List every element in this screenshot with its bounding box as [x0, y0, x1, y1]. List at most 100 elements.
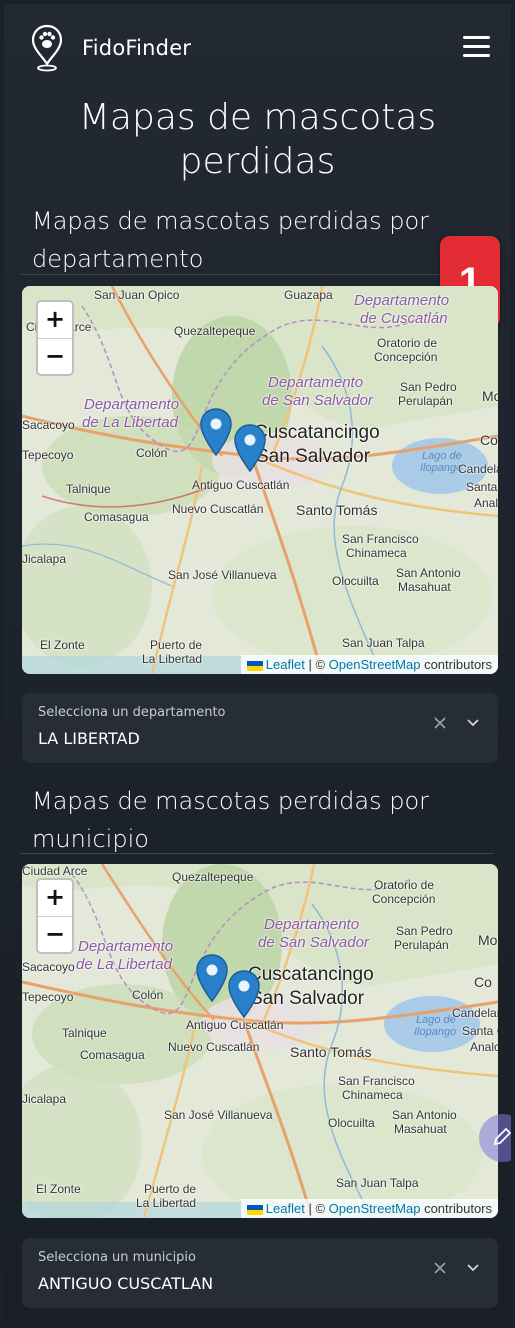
map-label: San Juan Talpa	[342, 636, 425, 650]
chevron-down-icon[interactable]	[466, 717, 480, 729]
map-label: Ilopango	[420, 462, 463, 474]
map-label: Mo	[482, 388, 498, 404]
map-label: Masahuat	[394, 1122, 447, 1136]
map-label: Olocuilta	[332, 574, 379, 588]
map-label: El Zonte	[36, 1182, 81, 1196]
attribution-separator: | ©	[308, 657, 326, 672]
map-label: de La Libertad	[82, 414, 178, 431]
municipality-map[interactable]: Ciudad Arce Quezaltepeque Oratorio de Co…	[22, 864, 498, 1218]
map-label: de San Salvador	[262, 392, 373, 409]
department-section-title: Mapas de mascotas perdidas por departame…	[32, 207, 430, 273]
map-label: Masahuat	[398, 580, 451, 594]
leaflet-link[interactable]: Leaflet	[266, 657, 305, 672]
map-label: Concepción	[374, 350, 438, 364]
map-label: La Libertad	[142, 652, 203, 666]
department-map[interactable]: San Juan Opico Guazapa Departamento de C…	[22, 286, 498, 674]
map-label: Ilopango	[414, 1026, 457, 1038]
chevron-down-icon[interactable]	[466, 1262, 480, 1274]
map-label: Nuevo Cuscatlán	[168, 1040, 260, 1054]
department-select[interactable]: Selecciona un departamento LA LIBERTAD	[22, 693, 498, 763]
map-label: Ciudad Arce	[22, 864, 88, 878]
map-label: Comasagua	[84, 510, 149, 524]
zoom-control: + −	[36, 300, 74, 376]
hamburger-menu-button[interactable]	[463, 36, 493, 60]
map-label: Talnique	[66, 482, 111, 496]
map-label: Mo	[478, 932, 498, 948]
map-label: Chinameca	[346, 546, 407, 560]
map-label: Colón	[132, 988, 164, 1002]
map-label: Perulapán	[394, 938, 449, 952]
map-attribution: Leaflet | © OpenStreetMap contributors	[240, 1199, 498, 1218]
map-label: de La Libertad	[76, 956, 172, 973]
map-label: Oratorio de	[374, 878, 435, 892]
map-label: San Salvador	[250, 988, 365, 1009]
map-attribution: Leaflet | © OpenStreetMap contributors	[240, 655, 498, 674]
municipality-select[interactable]: Selecciona un municipio ANTIGUO CUSCATLA…	[22, 1238, 498, 1308]
map-label: Puerto de	[144, 1182, 197, 1196]
zoom-in-button[interactable]: +	[38, 880, 72, 916]
municipality-select-label: Selecciona un municipio	[38, 1250, 196, 1265]
divider	[20, 853, 494, 854]
map-label: Departamento	[354, 292, 450, 309]
ukraine-flag-icon	[246, 660, 263, 671]
map-label: San Antonio	[396, 566, 461, 580]
leaflet-link[interactable]: Leaflet	[266, 1201, 305, 1216]
map-label: San José Villanueva	[168, 568, 277, 582]
map-label: El Zonte	[40, 638, 85, 652]
paw-pin-logo-icon[interactable]	[32, 24, 62, 72]
map-label: Departamento	[78, 938, 174, 955]
map-label: Tepecoyo	[22, 990, 74, 1004]
map-label: Candelaria	[452, 1006, 498, 1020]
map-label: Guazapa	[284, 288, 333, 302]
map-label: Departamento	[264, 916, 360, 933]
zoom-out-button[interactable]: −	[38, 338, 72, 374]
brand-name[interactable]: FidoFinder	[82, 36, 191, 60]
map-label: San Francisco	[342, 532, 419, 546]
zoom-control: + −	[36, 878, 74, 954]
map-label: de Cuscatlán	[360, 310, 448, 327]
map-label: San Salvador	[256, 446, 371, 467]
map-label: San Francisco	[338, 1074, 415, 1088]
map-label: Co	[480, 432, 498, 448]
openstreetmap-link[interactable]: OpenStreetMap	[329, 657, 421, 672]
map-label: Departamento	[268, 374, 364, 391]
attribution-suffix: contributors	[424, 657, 492, 672]
navbar: FidoFinder	[4, 4, 511, 94]
pet-location-marker-icon[interactable]	[234, 424, 266, 472]
map-label: Perulapán	[398, 394, 453, 408]
app-frame: FidoFinder Mapas de mascotas perdidas Ma…	[4, 4, 511, 1324]
attribution-suffix: contributors	[424, 1201, 492, 1216]
map-label: Antiguo Cuscatlán	[192, 478, 290, 492]
pencil-icon	[493, 1127, 511, 1146]
pet-location-marker-icon[interactable]	[200, 408, 232, 456]
map-label: Cuscatancingo	[248, 964, 374, 985]
clear-icon[interactable]	[432, 1260, 448, 1276]
map-label: Colón	[136, 446, 168, 460]
map-label: Comasagua	[80, 1048, 145, 1062]
zoom-in-button[interactable]: +	[38, 302, 72, 338]
zoom-out-button[interactable]: −	[38, 916, 72, 952]
map-label: Analco	[470, 1040, 498, 1054]
map-label: Talnique	[62, 1026, 107, 1040]
map-label: Santo Tomás	[296, 502, 378, 518]
attribution-separator: | ©	[308, 1201, 326, 1216]
map-label: San Pedro	[400, 380, 457, 394]
page-title: Mapas de mascotas perdidas	[78, 97, 437, 182]
map-label: Santa Cruz	[466, 480, 498, 494]
pet-location-marker-icon[interactable]	[228, 970, 260, 1018]
clear-icon[interactable]	[432, 715, 448, 731]
openstreetmap-link[interactable]: OpenStreetMap	[329, 1201, 421, 1216]
department-select-value: LA LIBERTAD	[38, 729, 140, 748]
map-label: San Antonio	[392, 1108, 457, 1122]
map-label: Tepecoyo	[22, 448, 74, 462]
map-label: Concepción	[372, 892, 436, 906]
department-select-label: Selecciona un departamento	[38, 705, 226, 720]
map-label: San Pedro	[396, 924, 453, 938]
divider	[20, 274, 494, 275]
map-label: Cuscatancingo	[254, 422, 380, 443]
menu-bar	[463, 45, 490, 48]
map-label: Santo Tomás	[290, 1044, 372, 1060]
map-label: Quezaltepeque	[172, 870, 254, 884]
map-label: Chinameca	[342, 1088, 403, 1102]
pet-location-marker-icon[interactable]	[196, 954, 228, 1002]
